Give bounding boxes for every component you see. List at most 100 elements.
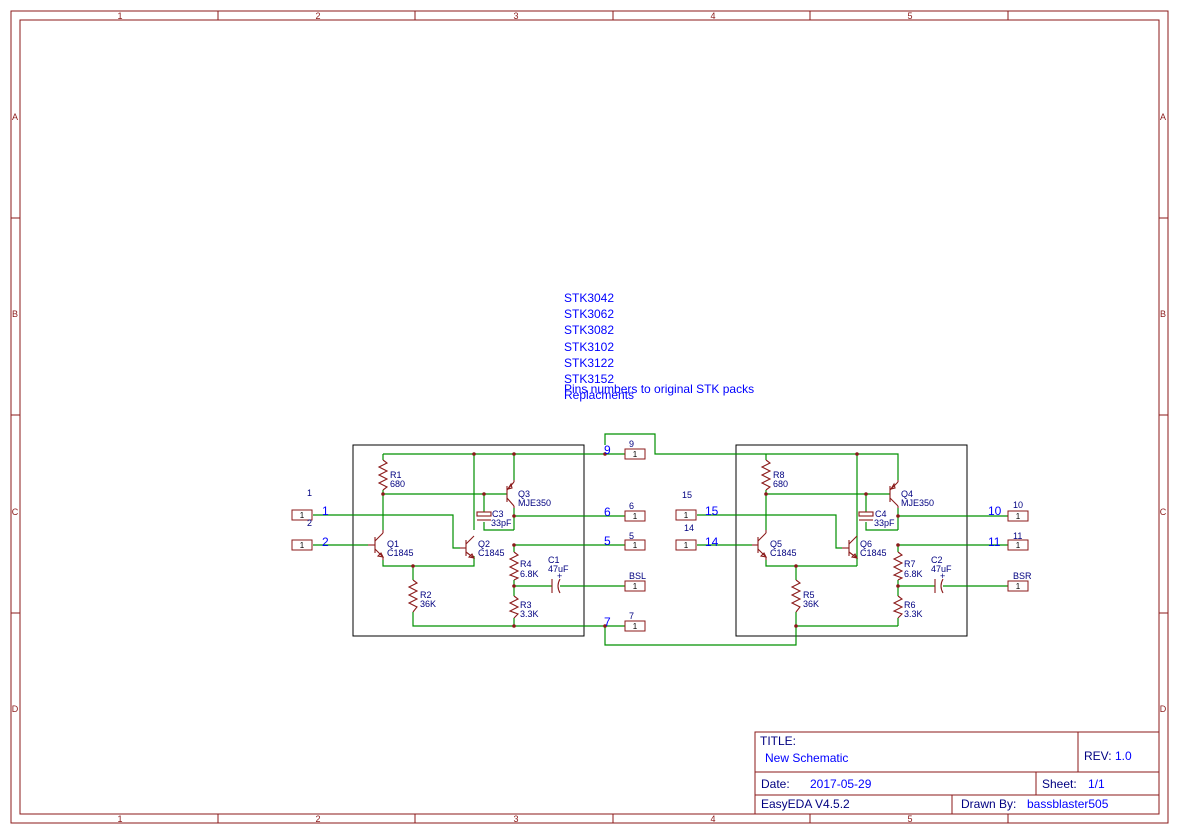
drawn-label: Drawn By: xyxy=(961,797,1016,811)
svg-text:1: 1 xyxy=(1016,582,1021,591)
capacitor-c2[interactable]: + C2 47uF xyxy=(931,555,952,594)
resistor-r4[interactable]: R4 6.8K xyxy=(508,551,539,581)
conn-label-bsr: BSR xyxy=(1013,571,1032,581)
zone-col-3-top: 3 xyxy=(513,11,518,21)
transistor-q4[interactable]: Q4 MJE350 xyxy=(889,480,934,508)
note-replacements: Replacments xyxy=(564,388,634,402)
r5-value: 36K xyxy=(803,599,819,609)
net-label-2: 2 xyxy=(322,535,329,549)
svg-text:1: 1 xyxy=(633,450,638,459)
resistor-r3[interactable]: R3 3.3K xyxy=(508,595,539,619)
r7-value: 6.8K xyxy=(904,569,923,579)
net-label-10: 10 xyxy=(988,504,1002,518)
net-label-6: 6 xyxy=(604,505,611,519)
c3-value: 33pF xyxy=(491,518,512,528)
zone-row-a-right: A xyxy=(1160,112,1166,122)
note-stk-5: STK3122 xyxy=(564,356,614,370)
note-stk-2: STK3062 xyxy=(564,307,614,321)
zone-row-b-right: B xyxy=(1160,309,1166,319)
svg-text:1: 1 xyxy=(1016,541,1021,550)
conn-label-7: 7 xyxy=(629,611,634,621)
net-label-14: 14 xyxy=(705,535,719,549)
zone-col-2-bottom: 2 xyxy=(315,814,320,824)
rev-value: 1.0 xyxy=(1115,749,1132,763)
q2-value: C1845 xyxy=(478,548,505,558)
note-stk-1: STK3042 xyxy=(564,291,614,305)
left-wires[interactable] xyxy=(313,453,625,627)
svg-text:1: 1 xyxy=(684,541,689,550)
conn-label-9: 9 xyxy=(629,439,634,449)
sheet-frame xyxy=(10,10,1169,824)
r3-value: 3.3K xyxy=(520,609,539,619)
net-label-9: 9 xyxy=(604,443,611,457)
transistor-q6[interactable]: Q6 C1845 xyxy=(842,535,887,559)
date-value: 2017-05-29 xyxy=(810,777,872,791)
zone-row-d-right: D xyxy=(1160,704,1167,714)
r2-value: 36K xyxy=(420,599,436,609)
q5-value: C1845 xyxy=(770,548,797,558)
q1-value: C1845 xyxy=(387,548,414,558)
c1-value: 47uF xyxy=(548,564,569,574)
resistor-r7[interactable]: R7 6.8K xyxy=(892,551,923,581)
note-stk-4: STK3102 xyxy=(564,340,614,354)
zone-row-d-left: D xyxy=(12,704,19,714)
conn-label-11: 11 xyxy=(1013,531,1022,541)
r7-ref: R7 xyxy=(904,559,916,569)
conn-label-5: 5 xyxy=(629,531,634,541)
drawn-value: bassblaster505 xyxy=(1027,797,1109,811)
resistor-r6[interactable]: R6 3.3K xyxy=(892,595,923,619)
net-label-5: 5 xyxy=(604,534,611,548)
transistor-q2[interactable]: Q2 C1845 xyxy=(460,535,505,559)
note-stk-3: STK3082 xyxy=(564,323,614,337)
transistor-q5[interactable]: Q5 C1845 xyxy=(752,530,797,560)
svg-text:1: 1 xyxy=(633,541,638,550)
right-wires[interactable] xyxy=(604,433,1008,646)
net-label-15: 15 xyxy=(705,504,719,518)
zone-col-4-bottom: 4 xyxy=(710,814,715,824)
sheet-value: 1/1 xyxy=(1088,777,1105,791)
r4-ref: R4 xyxy=(520,559,532,569)
svg-text:1: 1 xyxy=(633,622,638,631)
zone-row-b-left: B xyxy=(12,309,18,319)
capacitor-c1[interactable]: + C1 47uF xyxy=(548,555,569,594)
resistor-r1[interactable]: R1 680 xyxy=(377,459,405,491)
resistor-r2[interactable]: R2 36K xyxy=(407,579,436,613)
title-value: New Schematic xyxy=(765,751,848,765)
conn-label-1: 1 xyxy=(307,488,312,498)
r4-value: 6.8K xyxy=(520,569,539,579)
zone-col-1-bottom: 1 xyxy=(117,814,122,824)
zone-row-c-right: C xyxy=(1160,507,1167,517)
schematic-sheet: 1 2 3 4 5 1 2 3 4 5 A B C D A B C D STK3… xyxy=(10,10,1169,824)
capacitor-c3[interactable]: C3 33pF xyxy=(476,509,512,528)
net-label-1: 1 xyxy=(322,504,329,518)
r8-value: 680 xyxy=(773,479,788,489)
conn-label-bsl: BSL xyxy=(629,571,646,581)
q3-value: MJE350 xyxy=(518,498,551,508)
connectors[interactable]: 1 1 1 1 1 1 1 1 1 1 1 1 xyxy=(291,448,1029,632)
r6-value: 3.3K xyxy=(904,609,923,619)
resistor-r5[interactable]: R5 36K xyxy=(790,579,819,613)
zone-col-4-top: 4 xyxy=(710,11,715,21)
transistor-q3[interactable]: Q3 MJE350 xyxy=(506,480,551,508)
svg-text:1: 1 xyxy=(300,511,305,520)
connector-labels: 1 2 9 6 5 BSL 7 15 14 10 11 BSR xyxy=(307,439,1032,621)
c4-value: 33pF xyxy=(874,518,895,528)
q4-value: MJE350 xyxy=(901,498,934,508)
zone-labels: 1 2 3 4 5 1 2 3 4 5 A B C D A B C D xyxy=(12,11,1167,824)
conn-label-2: 2 xyxy=(307,518,312,528)
r1-value: 680 xyxy=(390,479,405,489)
zone-col-3-bottom: 3 xyxy=(513,814,518,824)
zone-row-c-left: C xyxy=(12,507,19,517)
svg-text:1: 1 xyxy=(1016,512,1021,521)
zone-col-1-top: 1 xyxy=(117,11,122,21)
title-label: TITLE: xyxy=(760,734,796,748)
date-label: Date: xyxy=(761,777,790,791)
tool-name: EasyEDA V4.5.2 xyxy=(761,797,850,811)
net-label-7: 7 xyxy=(604,615,611,629)
capacitor-c4[interactable]: C4 33pF xyxy=(858,509,895,528)
part-notes: STK3042 STK3062 STK3082 STK3102 STK3122 … xyxy=(564,291,754,402)
conn-label-10: 10 xyxy=(1013,500,1023,510)
transistor-q1[interactable]: Q1 C1845 xyxy=(368,530,414,560)
resistor-r8[interactable]: R8 680 xyxy=(760,459,788,491)
zone-col-5-top: 5 xyxy=(907,11,912,21)
